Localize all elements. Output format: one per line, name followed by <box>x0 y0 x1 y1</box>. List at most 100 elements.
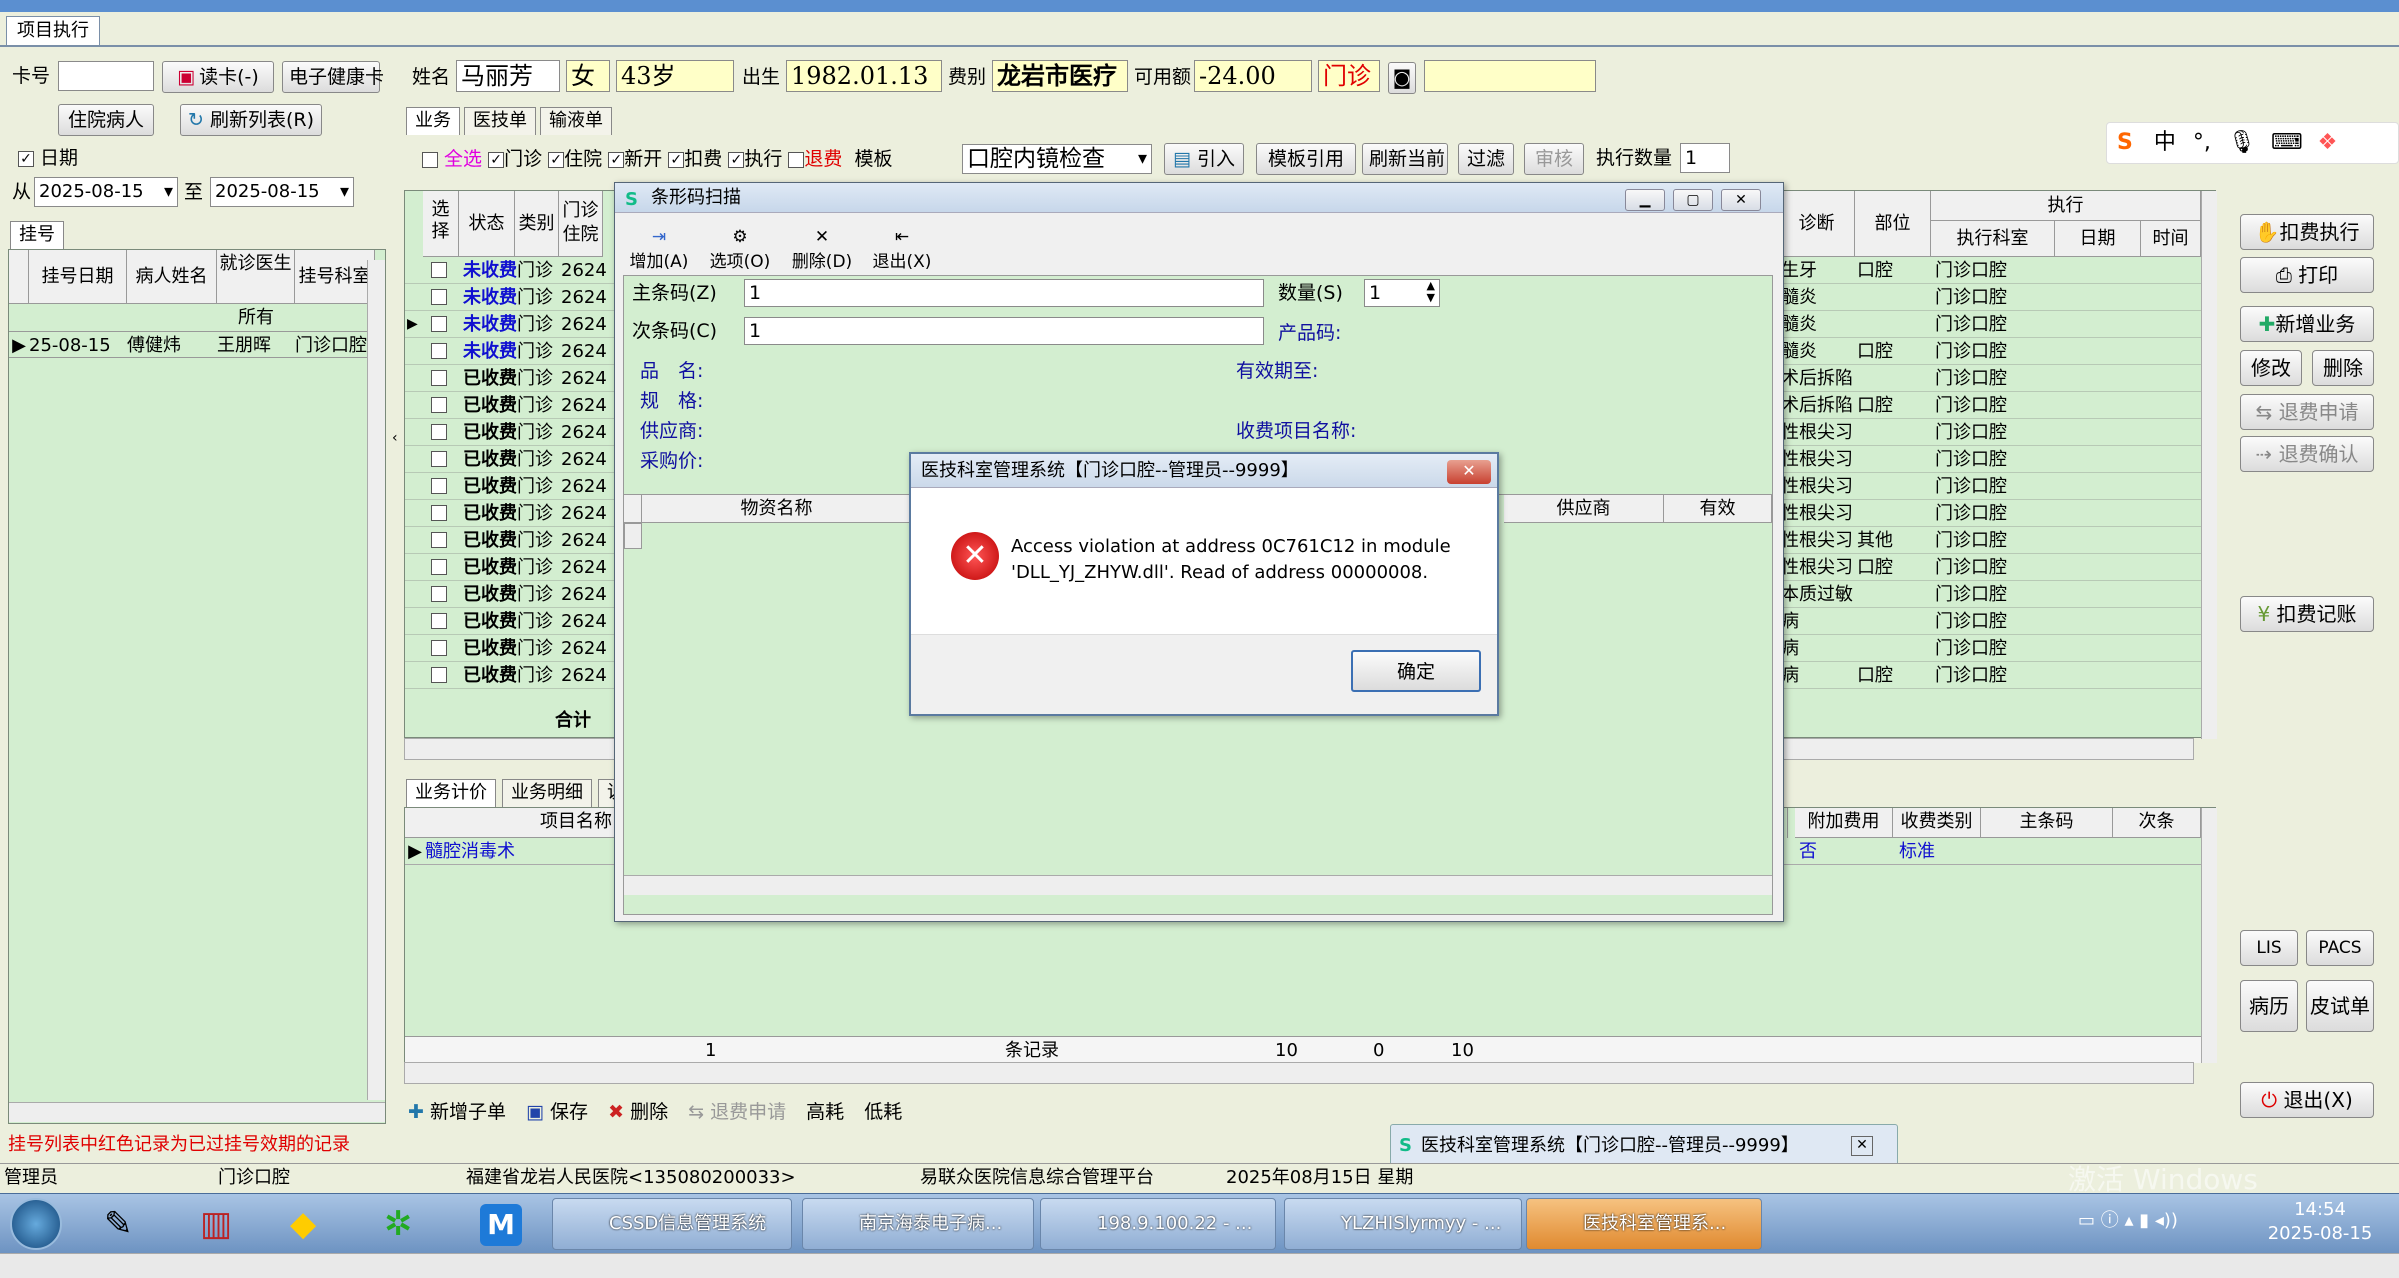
to-date-picker[interactable]: 2025-08-15 ▾ <box>210 177 354 207</box>
taskbar-item-tech-system[interactable]: 医技科室管理系... <box>1526 1198 1762 1250</box>
col-material-name[interactable]: 物资名称 <box>642 495 912 523</box>
execute-check[interactable] <box>728 151 745 168</box>
map-icon[interactable]: ◆ <box>290 1204 316 1244</box>
col-patient-name[interactable]: 病人姓名 <box>127 250 217 304</box>
taskbar-item-emr[interactable]: 南京海泰电子病... <box>802 1198 1034 1250</box>
inpatient-button[interactable]: 住院病人 <box>58 104 154 136</box>
system-popup[interactable]: S 医技科室管理系统【门诊口腔--管理员--9999】 ✕ <box>1390 1124 1898 1168</box>
col-visit-no[interactable]: 门诊住院 <box>559 191 603 257</box>
col-main-code[interactable]: 主条码 <box>1981 808 2113 838</box>
archive-icon[interactable]: ▥ <box>200 1204 232 1244</box>
minimize-button[interactable]: ▁ <box>1625 189 1665 211</box>
pacs-button[interactable]: PACS <box>2306 930 2374 966</box>
row-select-check[interactable] <box>431 343 447 359</box>
refund-confirm-button[interactable]: ⇢ 退费确认 <box>2240 436 2374 472</box>
col-select[interactable]: 选择 <box>423 191 459 257</box>
save-button[interactable]: ▣ 保存 <box>526 1101 588 1123</box>
col-supplier[interactable]: 供应商 <box>1504 495 1664 523</box>
close-icon[interactable]: ✕ <box>1447 460 1491 484</box>
row-select-check[interactable] <box>431 289 447 305</box>
keyboard-icon[interactable]: ⌨ <box>2271 130 2303 155</box>
delete-tool-button[interactable]: ✕ 删除(D) <box>791 227 853 272</box>
qty-stepper[interactable]: 1 ▲ ▼ <box>1364 279 1440 307</box>
tab-infusion[interactable]: 输液单 <box>540 107 612 135</box>
close-button[interactable]: ✕ <box>1721 189 1761 211</box>
row-select-check[interactable] <box>431 370 447 386</box>
refund-check[interactable] <box>788 151 805 168</box>
col-extra-fee[interactable]: 附加费用 <box>1795 808 1893 838</box>
sogou-icon[interactable]: S <box>2117 130 2133 155</box>
delete-button[interactable]: ✖ 删除 <box>608 1101 668 1123</box>
col-doctor[interactable]: 就诊医生 <box>217 250 295 304</box>
exit-tool-button[interactable]: ⇤ 退出(X) <box>871 227 933 272</box>
health-card-button[interactable]: 电子健康卡 <box>282 61 384 93</box>
row-select-check[interactable] <box>431 667 447 683</box>
scrollbar-vertical[interactable] <box>2201 191 2217 739</box>
col-part[interactable]: 部位 <box>1855 191 1931 257</box>
add-sub-order-button[interactable]: ✚ 新增子单 <box>408 1101 506 1123</box>
low-cost-button[interactable]: 低耗 <box>864 1101 902 1123</box>
ime-toolbar[interactable]: S 中 °, 🎙 ⌨ ❖ <box>2106 122 2399 164</box>
date-check[interactable] <box>18 150 34 167</box>
barcode-dialog-title[interactable]: 条形码扫描 <box>615 183 1783 213</box>
ime-zh-toggle[interactable]: 中 <box>2154 130 2176 155</box>
new-check[interactable] <box>608 151 625 168</box>
tab-business[interactable]: 业务 <box>406 107 460 135</box>
options-tool-button[interactable]: ⚙ 选项(O) <box>709 227 771 272</box>
new-business-button[interactable]: ✚新增业务 <box>2240 306 2374 342</box>
chevron-down-icon[interactable]: ▾ <box>340 178 349 206</box>
col-reg-dept[interactable]: 挂号科室 <box>295 250 375 304</box>
col-sub-code[interactable]: 次条 <box>2113 808 2201 838</box>
outpatient-check[interactable] <box>488 151 505 168</box>
modify-button[interactable]: 修改 <box>2240 350 2302 386</box>
ok-button[interactable]: 确定 <box>1351 650 1481 692</box>
error-dialog-title[interactable]: 医技科室管理系统【门诊口腔--管理员--9999】 <box>911 454 1497 488</box>
template-select[interactable]: 口腔内镜检查 ▾ <box>962 144 1152 174</box>
close-icon[interactable]: ✕ <box>1851 1136 1873 1156</box>
col-fee-type[interactable]: 收费类别 <box>1893 808 1981 838</box>
skin-test-button[interactable]: 皮试单 <box>2306 980 2374 1032</box>
chevron-down-icon[interactable]: ▾ <box>1138 145 1147 173</box>
start-button[interactable] <box>10 1198 62 1250</box>
tab-tech-order[interactable]: 医技单 <box>464 107 536 135</box>
read-card-button[interactable]: ▣ 读卡(-) <box>162 61 274 93</box>
deduct-execute-button[interactable]: ✋扣费执行 <box>2240 214 2374 250</box>
high-cost-button[interactable]: 高耗 <box>806 1101 844 1123</box>
col-item-name[interactable]: 项目名称 <box>405 808 617 838</box>
row-select-check[interactable] <box>431 559 447 575</box>
col-type[interactable]: 类别 <box>515 191 559 257</box>
deduct-record-button[interactable]: ¥ 扣费记账 <box>2240 596 2374 632</box>
taskbar-item-cssd[interactable]: CSSD信息管理系统 <box>552 1198 792 1250</box>
clock[interactable]: 14:54 2025-08-15 <box>2250 1198 2390 1246</box>
deduct-check[interactable] <box>668 151 685 168</box>
tab-registration[interactable]: 挂号 <box>10 221 64 249</box>
taskbar-item-remote[interactable]: 198.9.100.22 - ... <box>1040 1198 1276 1250</box>
col-exec-date[interactable]: 日期 <box>2055 221 2141 257</box>
card-input[interactable] <box>58 61 154 91</box>
mic-icon[interactable]: 🎙 <box>2228 130 2256 155</box>
tab-business-detail[interactable]: 业务明细 <box>502 779 592 807</box>
col-reg-date[interactable]: 挂号日期 <box>29 250 127 304</box>
tab-business-pricing[interactable]: 业务计价 <box>406 779 496 807</box>
gear-icon[interactable]: ✲ <box>384 1204 413 1244</box>
from-date-picker[interactable]: 2025-08-15 ▾ <box>34 177 178 207</box>
inpatient-check[interactable] <box>548 151 565 168</box>
print-button[interactable]: ⎙ 打印 <box>2240 257 2374 293</box>
import-button[interactable]: ▤ 引入 <box>1164 143 1244 175</box>
col-diagnosis[interactable]: 诊断 <box>1779 191 1855 257</box>
date-checkbox[interactable]: 日期 <box>18 147 78 169</box>
tab-project-execute[interactable]: 项目执行 <box>6 16 100 46</box>
taskbar-item-folder[interactable]: YLZHISlyrmyy - ... <box>1284 1198 1522 1250</box>
audit-button[interactable]: 审核 <box>1524 143 1584 175</box>
scrollbar-vertical[interactable] <box>2201 808 2217 1063</box>
tray-icons[interactable]: ▭ ⓘ ▴ ▮ ◂)) <box>2078 1206 2178 1232</box>
stepper-arrows-icon[interactable]: ▲ ▼ <box>1427 280 1435 304</box>
add-tool-button[interactable]: ⇥ 增加(A) <box>629 227 689 272</box>
row-select-check[interactable] <box>431 424 447 440</box>
col-exec-dept[interactable]: 执行科室 <box>1931 221 2055 257</box>
refund-apply-button[interactable]: ⇆ 退费申请 <box>688 1101 786 1123</box>
medical-record-button[interactable]: 病历 <box>2240 980 2298 1032</box>
sub-code-input[interactable]: 1 <box>744 317 1264 345</box>
delete-right-button[interactable]: 删除 <box>2312 350 2374 386</box>
skin-icon[interactable]: ❖ <box>2318 130 2338 155</box>
